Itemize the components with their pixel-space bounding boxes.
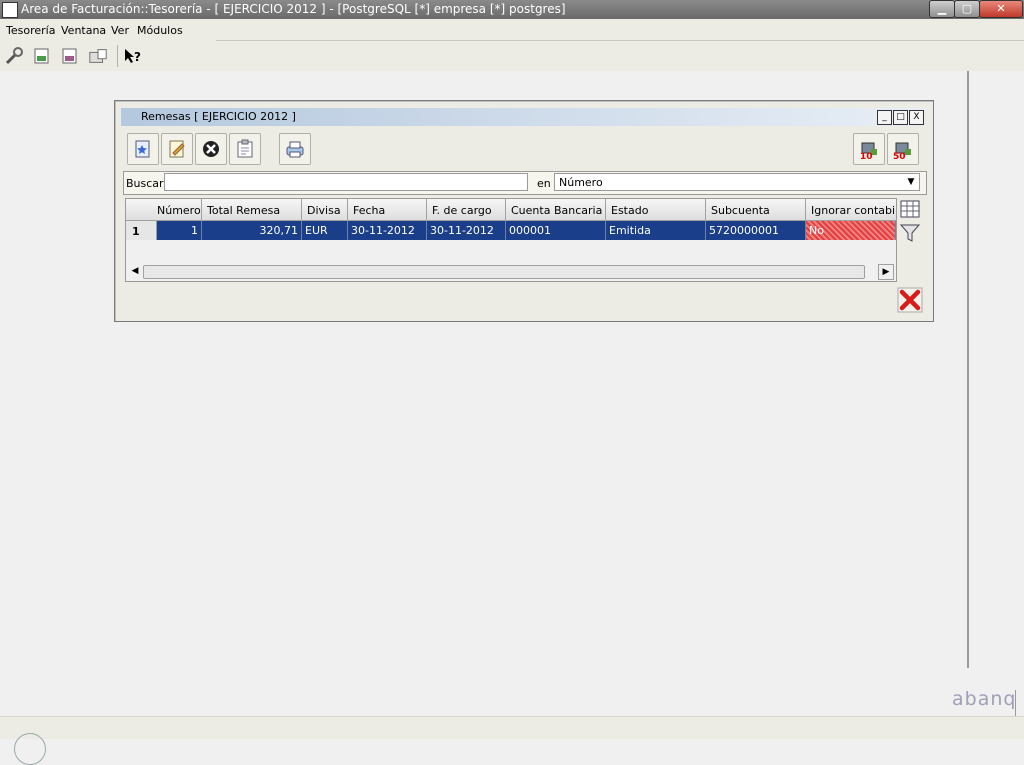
scroll-right-icon[interactable]: ▶ <box>878 264 894 280</box>
toolbar-divider <box>117 45 118 67</box>
remesas-title-bar: Remesas [ EJERCICIO 2012 ] _ □ X <box>121 108 925 126</box>
cell-numero[interactable]: 1 <box>157 221 202 240</box>
scroll-left-icon[interactable]: ◀ <box>128 264 142 278</box>
table-header: Número Total Remesa Divisa Fecha F. de c… <box>126 199 896 221</box>
table-row[interactable]: 1 1 320,71 EUR 30-11-2012 30-11-2012 000… <box>126 221 896 240</box>
cell-divisa[interactable]: EUR <box>302 221 348 240</box>
whats-this-help-icon[interactable]: ? <box>123 47 143 65</box>
row-header[interactable]: 1 <box>126 221 157 240</box>
child-maximize-button[interactable]: □ <box>893 110 908 125</box>
delete-icon <box>203 141 219 157</box>
column-header-estado[interactable]: Estado <box>606 199 706 220</box>
cell-fecha[interactable]: 30-11-2012 <box>348 221 427 240</box>
printer-icon <box>286 141 304 158</box>
search-input[interactable] <box>164 173 528 191</box>
document-list-icon[interactable] <box>60 47 80 65</box>
minimize-button[interactable]: ▁ <box>929 0 955 18</box>
workspace-divider <box>967 71 969 668</box>
remesas-table: Número Total Remesa Divisa Fecha F. de c… <box>125 198 897 282</box>
logo-divider <box>1015 690 1016 716</box>
column-header-subcuenta[interactable]: Subcuenta <box>706 199 806 220</box>
badge-count: 50 <box>893 152 906 162</box>
edit-document-icon <box>169 140 185 158</box>
close-form-icon[interactable] <box>897 287 923 313</box>
clipboard-icon <box>237 139 253 158</box>
delete-record-button[interactable] <box>195 133 227 165</box>
menu-bar: Tesorería Ventana Ver Módulos <box>0 19 1024 41</box>
cell-ignorar[interactable]: No <box>806 221 896 240</box>
cell-fcargo[interactable]: 30-11-2012 <box>427 221 506 240</box>
print-button[interactable] <box>279 133 311 165</box>
column-header-cuenta[interactable]: Cuenta Bancaria <box>506 199 606 220</box>
column-header-divisa[interactable]: Divisa <box>302 199 348 220</box>
column-header-fcargo[interactable]: F. de cargo <box>427 199 506 220</box>
search-field-label: en <box>537 177 551 190</box>
window-title-bar: Area de Facturación::Tesorería - [ EJERC… <box>0 0 1024 19</box>
grid-icon[interactable] <box>899 198 921 220</box>
abanq-logo: abanq <box>952 688 1017 710</box>
tools-icon[interactable] <box>4 47 24 65</box>
child-close-button[interactable]: X <box>909 110 924 125</box>
cell-estado[interactable]: Emitida <box>606 221 706 240</box>
search-label: Buscar <box>126 177 164 190</box>
menu-ventana[interactable]: Ventana <box>61 24 106 37</box>
remesas-window: Remesas [ EJERCICIO 2012 ] _ □ X 10 50 B… <box>114 100 934 322</box>
view-record-button[interactable] <box>229 133 261 165</box>
column-header-total[interactable]: Total Remesa <box>202 199 302 220</box>
search-field-value: Número <box>559 176 603 189</box>
search-field-select[interactable]: Número ▼ <box>554 173 920 191</box>
edit-record-button[interactable] <box>161 133 193 165</box>
document-icon[interactable] <box>32 47 52 65</box>
close-button[interactable]: ✕ <box>979 0 1023 18</box>
app-icon <box>2 2 18 18</box>
svg-text:?: ? <box>134 50 141 64</box>
cell-total[interactable]: 320,71 <box>202 221 302 240</box>
column-header-fecha[interactable]: Fecha <box>348 199 427 220</box>
search-bar: Buscar en Número ▼ <box>123 171 927 195</box>
cell-subcuenta[interactable]: 5720000001 <box>706 221 806 240</box>
window-title: Area de Facturación::Tesorería - [ EJERC… <box>21 2 566 16</box>
badge-count: 10 <box>860 152 873 162</box>
corner-cell <box>126 199 157 220</box>
child-minimize-button[interactable]: _ <box>877 110 892 125</box>
new-document-icon <box>135 140 150 158</box>
column-header-numero[interactable]: Número <box>157 199 202 220</box>
menu-ver[interactable]: Ver <box>111 24 129 37</box>
cell-cuenta[interactable]: 000001 <box>506 221 606 240</box>
menu-tesoreria[interactable]: Tesorería <box>6 24 55 37</box>
first-page-button[interactable]: 10 <box>853 133 885 165</box>
scroll-track[interactable] <box>143 265 865 279</box>
main-toolbar: ? <box>0 41 1024 71</box>
horizontal-scrollbar[interactable]: ◀ ▶ <box>126 263 896 280</box>
chevron-down-icon[interactable]: ▼ <box>904 175 918 189</box>
new-record-button[interactable] <box>127 133 159 165</box>
status-bar <box>0 716 1024 765</box>
print-preview-icon[interactable] <box>88 47 108 65</box>
menu-modulos[interactable]: Módulos <box>137 24 183 37</box>
maximize-button[interactable]: ▢ <box>954 0 980 18</box>
filter-icon[interactable] <box>899 222 921 244</box>
remesas-title: Remesas [ EJERCICIO 2012 ] <box>141 110 296 123</box>
last-page-button[interactable]: 50 <box>887 133 919 165</box>
column-header-ignorar[interactable]: Ignorar contabilid <box>806 199 896 220</box>
